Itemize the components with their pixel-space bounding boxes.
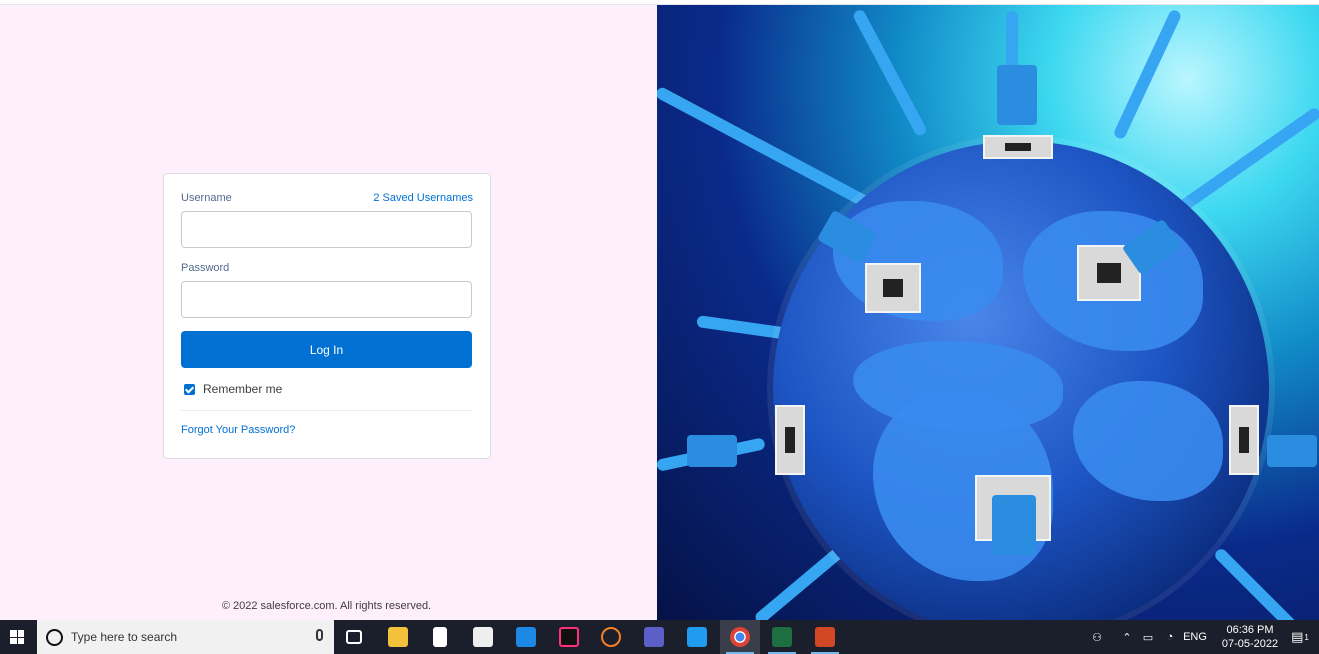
- ethernet-plug: [1267, 435, 1317, 467]
- excel-button[interactable]: [762, 620, 802, 654]
- battery-icon[interactable]: ▭: [1138, 620, 1158, 654]
- login-card: Username 2 Saved Usernames Password Log …: [163, 173, 491, 459]
- ethernet-plug: [992, 495, 1036, 555]
- saved-usernames-link[interactable]: 2 Saved Usernames: [373, 192, 473, 204]
- intellij-button[interactable]: [549, 620, 589, 654]
- vscode-icon: [687, 627, 707, 647]
- time: 06:36 PM: [1226, 624, 1274, 636]
- date: 07-05-2022: [1221, 638, 1279, 650]
- store-icon: [473, 627, 493, 647]
- intellij-icon: [559, 627, 579, 647]
- cable: [657, 85, 890, 219]
- notepad-button[interactable]: [420, 620, 460, 654]
- windows-icon: [10, 630, 24, 644]
- excel-icon: [772, 627, 792, 647]
- eclipse-icon: [601, 627, 621, 647]
- copyright: © 2022 salesforce.com. All rights reserv…: [221, 600, 432, 612]
- remember-me[interactable]: Remember me: [184, 382, 282, 396]
- cable: [1212, 546, 1307, 620]
- hero-image: [657, 5, 1319, 620]
- powerpoint-icon: [815, 627, 835, 647]
- notification-center-button[interactable]: ▤ 1: [1285, 620, 1315, 654]
- chevron-up-icon[interactable]: ⌃: [1118, 620, 1136, 654]
- clock[interactable]: 06:36 PM 07-05-2022: [1215, 620, 1285, 654]
- cortana-icon: [46, 628, 63, 646]
- mail-icon: [516, 627, 536, 647]
- eclipse-button[interactable]: [591, 620, 631, 654]
- network-port: [775, 405, 805, 475]
- start-button[interactable]: [0, 620, 34, 654]
- remember-me-label: Remember me: [203, 382, 283, 396]
- taskbar-search[interactable]: Type here to search: [37, 620, 334, 654]
- file-explorer-button[interactable]: [378, 620, 418, 654]
- notification-count: 1: [1304, 632, 1309, 642]
- task-view-icon: [346, 630, 362, 644]
- continent: [1073, 381, 1223, 501]
- forgot-password-link[interactable]: Forgot Your Password?: [181, 424, 295, 436]
- windows-taskbar: Type here to search ⚇ ⌃ ▭ ◔ ENG 06:36 PM…: [0, 620, 1319, 654]
- chrome-button[interactable]: [720, 620, 760, 654]
- store-button[interactable]: [463, 620, 503, 654]
- ethernet-plug: [997, 65, 1037, 125]
- teams-button[interactable]: [634, 620, 674, 654]
- network-port: [1229, 405, 1259, 475]
- username-label: Username: [181, 192, 232, 204]
- mail-button[interactable]: [506, 620, 546, 654]
- folder-icon: [388, 627, 408, 647]
- username-input[interactable]: [181, 211, 472, 248]
- cable: [851, 8, 929, 138]
- login-pane: Username 2 Saved Usernames Password Log …: [0, 5, 657, 620]
- search-placeholder: Type here to search: [71, 630, 178, 644]
- login-button[interactable]: Log In: [181, 331, 472, 368]
- teams-icon: [644, 627, 664, 647]
- language-indicator[interactable]: ENG: [1182, 620, 1208, 654]
- wifi-icon[interactable]: ◔: [1160, 620, 1180, 654]
- task-view-button[interactable]: [334, 620, 374, 654]
- password-label: Password: [181, 262, 230, 274]
- notification-icon: ▤: [1291, 629, 1304, 644]
- cable: [1112, 8, 1183, 141]
- people-icon[interactable]: ⚇: [1086, 620, 1108, 654]
- network-port: [865, 263, 921, 313]
- password-input[interactable]: [181, 281, 472, 318]
- chrome-icon: [730, 627, 750, 647]
- powerpoint-button[interactable]: [805, 620, 845, 654]
- ethernet-plug: [687, 435, 737, 467]
- microphone-icon[interactable]: [316, 629, 323, 641]
- vscode-button[interactable]: [677, 620, 717, 654]
- network-port: [983, 135, 1053, 159]
- notepad-icon: [433, 627, 447, 647]
- remember-me-checkbox[interactable]: [184, 383, 195, 395]
- divider: [181, 410, 472, 411]
